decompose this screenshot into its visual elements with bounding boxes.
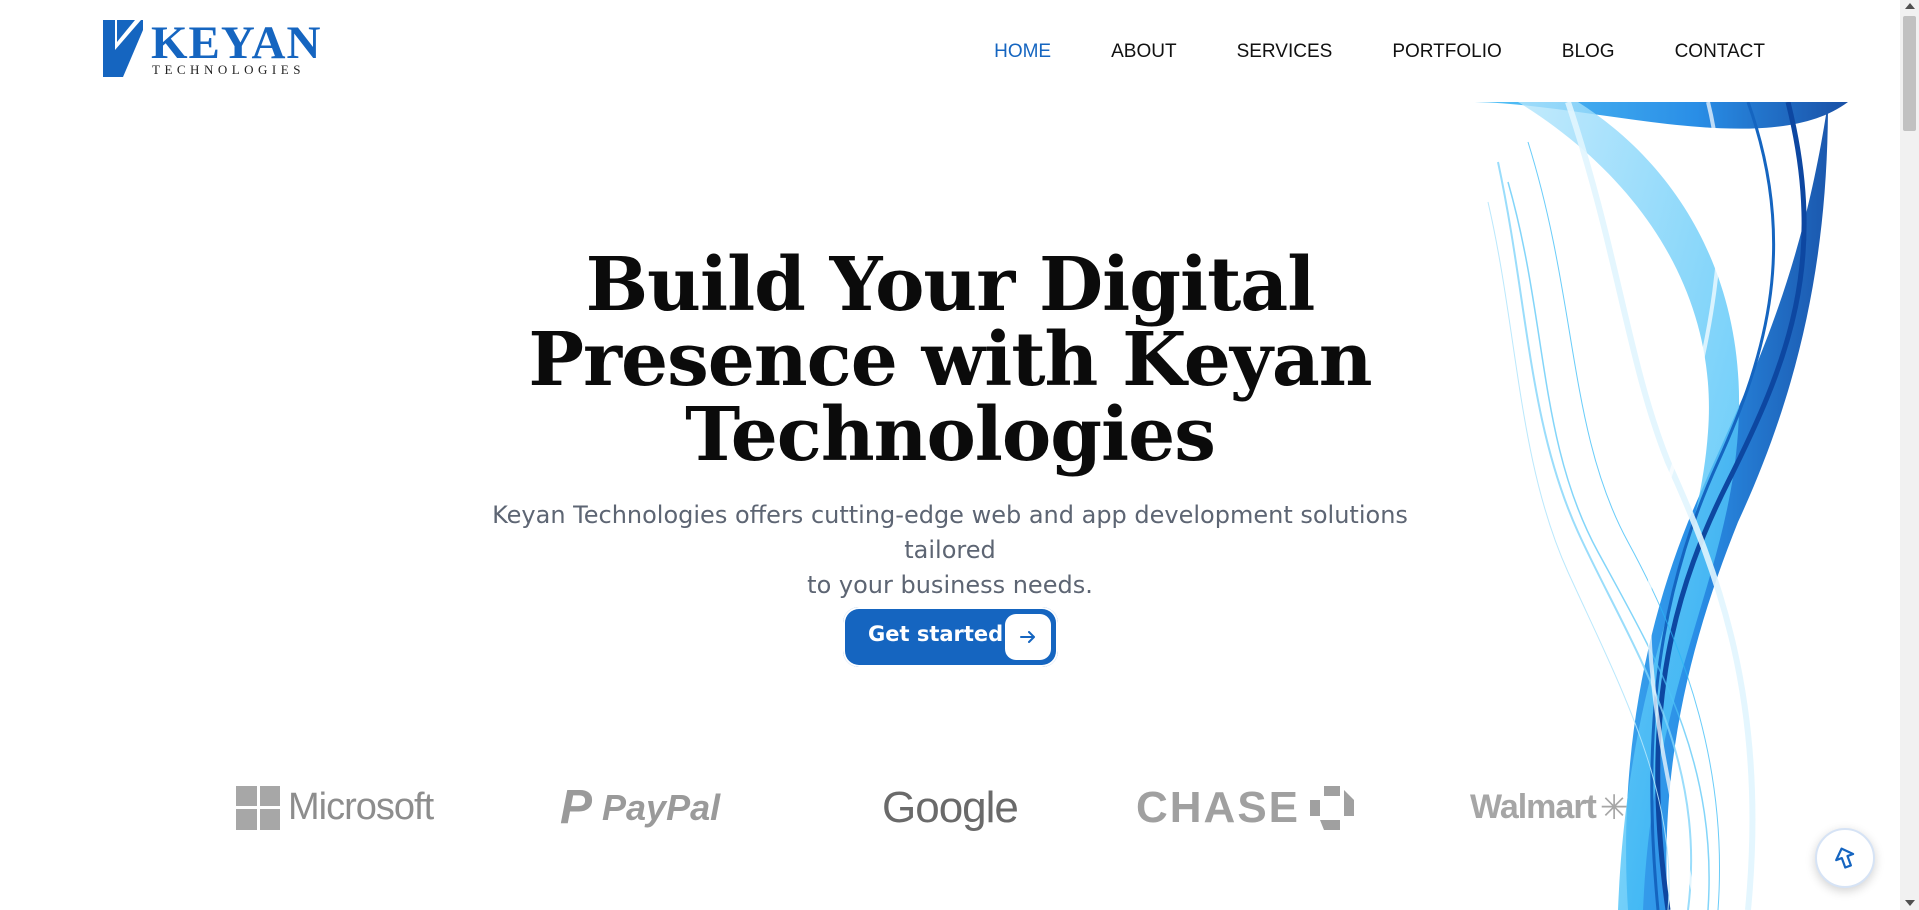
partner-name: CHASE xyxy=(1136,782,1301,832)
partner-name: Microsoft xyxy=(288,786,434,828)
main-nav: HOME ABOUT SERVICES PORTFOLIO BLOG CONTA… xyxy=(934,38,1765,66)
walmart-logo: Walmart ✳ xyxy=(1470,775,1628,840)
nav-home[interactable]: HOME xyxy=(934,38,1051,66)
scroll-down-arrow-icon[interactable] xyxy=(1905,900,1915,906)
scrollbar-thumb[interactable] xyxy=(1903,16,1916,131)
get-started-label: Get started xyxy=(868,622,1004,646)
partner-name: Walmart xyxy=(1470,788,1597,826)
partner-name: PayPal xyxy=(602,786,721,828)
google-logo: Google xyxy=(882,775,1019,840)
paypal-p-icon: P xyxy=(560,781,593,834)
nav-about[interactable]: ABOUT xyxy=(1051,38,1176,66)
brand-logo[interactable]: KEYAN TECHNOLOGIES xyxy=(103,17,320,78)
nav-services[interactable]: SERVICES xyxy=(1177,38,1333,66)
hero-title: Build Your Digital Presence with Keyan T… xyxy=(450,248,1450,473)
chat-launcher-icon xyxy=(1835,847,1855,869)
nav-portfolio[interactable]: PORTFOLIO xyxy=(1332,38,1501,66)
partner-logos: Microsoft P PayPal Google CHASE Walmart … xyxy=(220,775,1670,840)
hero-title-line: Technologies xyxy=(685,392,1216,478)
microsoft-logo: Microsoft xyxy=(236,775,434,840)
site-header: KEYAN TECHNOLOGIES HOME ABOUT SERVICES P… xyxy=(0,0,1900,102)
brand-tagline: TECHNOLOGIES xyxy=(152,62,305,77)
walmart-spark-icon: ✳ xyxy=(1599,788,1629,827)
paypal-logo: P PayPal xyxy=(560,775,720,840)
partner-name: Google xyxy=(882,782,1019,832)
chat-launcher-button[interactable] xyxy=(1815,828,1875,888)
scroll-up-arrow-icon[interactable] xyxy=(1905,3,1915,9)
microsoft-squares-icon xyxy=(236,785,280,830)
keyan-logo-mark-icon xyxy=(103,20,143,77)
nav-blog[interactable]: BLOG xyxy=(1502,38,1615,66)
chase-octagon-icon xyxy=(1310,785,1355,830)
chase-logo: CHASE xyxy=(1136,775,1355,840)
page-scrollbar[interactable] xyxy=(1900,0,1919,910)
arrow-right-icon xyxy=(1005,614,1051,660)
hero-title-line: Presence with Keyan xyxy=(528,317,1372,403)
nav-contact[interactable]: CONTACT xyxy=(1615,38,1765,66)
get-started-button[interactable]: Get started xyxy=(843,607,1058,667)
hero-subtitle: Keyan Technologies offers cutting-edge w… xyxy=(470,498,1430,603)
hero-title-line: Build Your Digital xyxy=(585,242,1316,328)
hero-subtitle-line: to your business needs. xyxy=(807,571,1093,599)
hero-subtitle-line: Keyan Technologies offers cutting-edge w… xyxy=(492,501,1408,564)
